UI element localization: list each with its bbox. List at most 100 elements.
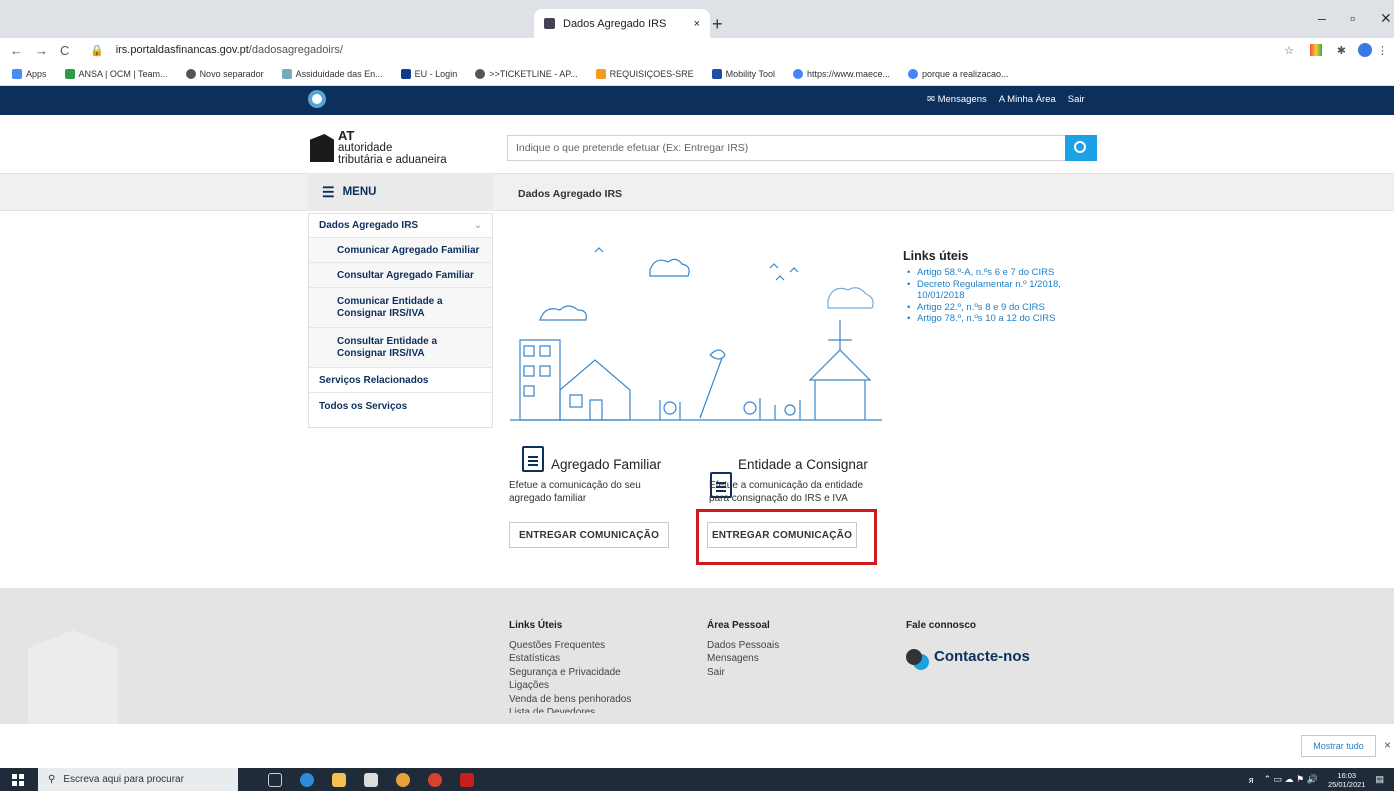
footer-link[interactable]: Venda de bens penhorados [509,693,631,707]
bookmarks-bar: Apps ANSA | OCM | Team... Novo separador… [0,62,1394,86]
link-artigo-22[interactable]: Artigo 22.º, n.ºs 8 e 9 do CIRS [907,302,1103,314]
contact-link[interactable]: Contacte-nos [906,648,1030,665]
browser-tab[interactable]: Dados Agregado IRS × [534,9,710,38]
card-desc-agregado: Efetue a comunicação do seu agregado fami… [509,480,641,504]
minimize-icon[interactable]: – [1318,10,1326,26]
contact-label: Contacte-nos [934,648,1030,665]
restore-icon[interactable]: ▫ [1350,10,1355,26]
footer-link[interactable]: Questões Frequentes [509,639,631,653]
footer-col-title: Fale connosco [906,620,977,631]
edge-icon[interactable] [300,772,314,787]
footer-col-fale-connosco: Fale connosco [906,619,976,639]
star-icon[interactable]: ☆ [1284,44,1294,57]
search-input[interactable]: Indique o que pretende efetuar (Ex: Entr… [507,135,1097,161]
task-view-icon[interactable] [268,772,282,787]
system-tray: ᴙ ⌃ ▭ ☁ ⚑ 🔊 16:03 25/01/2021 ▤ [1249,768,1384,791]
bookmark-ansa[interactable]: ANSA | OCM | Team... [64,68,168,79]
bookmark-novo-separador[interactable]: Novo separador [185,68,264,79]
extension-icon[interactable] [1310,44,1322,56]
document-icon [522,446,544,472]
app-icon[interactable] [428,772,442,787]
footer-link[interactable]: Lista de Devedores [509,706,631,713]
brand-line-2: autoridade [338,142,393,154]
profile-avatar[interactable] [1358,43,1372,57]
chrome-icon[interactable] [396,772,410,787]
footer-link[interactable]: Estatísticas [509,652,631,666]
tray-icons[interactable]: ⌃ ▭ ☁ ⚑ 🔊 [1264,774,1318,785]
my-area-link[interactable]: A Minha Área [999,94,1056,105]
bookmark-mobility-tool[interactable]: Mobility Tool [711,68,775,79]
useful-links: Links úteis Artigo 58.º-A, n.ºs 6 e 7 do… [903,249,1103,325]
clock[interactable]: 16:03 25/01/2021 [1328,771,1366,789]
sidebar-item-dados-agregado[interactable]: Dados Agregado IRS ⌄ [309,214,492,238]
notifications-icon[interactable]: ▤ [1375,774,1384,785]
exit-link[interactable]: Sair [1068,94,1085,105]
sidebar-item-consultar-entidade[interactable]: Consultar Entidade a Consignar IRS/IVA [309,328,492,368]
bookmark-apps[interactable]: Apps [12,68,47,79]
footer-link[interactable]: Mensagens [707,652,779,666]
city-illustration [510,247,882,421]
taskbar: ⚲ Escreva aqui para procurar ᴙ ⌃ ▭ ☁ ⚑ 🔊… [0,768,1394,791]
taskbar-search-input[interactable]: ⚲ Escreva aqui para procurar [38,768,238,791]
brand-logo[interactable]: AT autoridade tributária e aduaneira [310,129,447,166]
link-decreto-regulamentar[interactable]: Decreto Regulamentar n.º 1/2018, 10/01/2… [907,279,1103,302]
at-building-icon [310,134,334,162]
at-logo-icon[interactable] [308,90,326,108]
entregar-comunicacao-agregado-button[interactable]: ENTREGAR COMUNICAÇÃO [509,522,669,548]
sidebar-item-comunicar-agregado[interactable]: Comunicar Agregado Familiar [309,238,492,263]
bookmark-ticketline[interactable]: >>TICKETLINE - AP... [475,68,578,79]
hamburger-icon: ☰ [322,183,335,200]
search-button[interactable] [1065,135,1097,161]
puzzle-icon[interactable]: ✱ [1337,44,1346,57]
close-bar-icon[interactable]: × [1384,738,1391,752]
reload-icon[interactable]: C [60,43,69,58]
bookmark-requisicoes[interactable]: REQUISIÇOES-SRE [595,68,694,79]
sidebar-item-consultar-agregado[interactable]: Consultar Agregado Familiar [309,263,492,288]
kebab-menu-icon[interactable]: ⋮ [1377,44,1388,57]
show-all-button[interactable]: Mostrar tudo [1301,735,1376,757]
search-icon [1074,141,1086,153]
footer-col-title: Links Úteis [509,620,563,631]
footer-link[interactable]: Dados Pessoais [707,639,779,653]
new-tab-button[interactable]: + [712,14,723,35]
footer-link[interactable]: Segurança e Privacidade [509,666,631,680]
brand-line-3: tributária e aduaneira [338,154,447,166]
search-icon: ⚲ [48,774,56,785]
bookmark-eu-login[interactable]: EU - Login [400,68,457,79]
at-watermark-icon [28,630,118,724]
footer-link[interactable]: Sair [707,666,779,680]
sidebar-item-todos-servicos[interactable]: Todos os Serviços [309,393,492,419]
bookmark-maece[interactable]: https://www.maece... [792,68,890,79]
close-tab-icon[interactable]: × [694,18,700,30]
bookmark-assiduidade[interactable]: Assiduidade das En... [281,68,383,79]
close-window-icon[interactable]: ✕ [1380,10,1392,27]
card-desc-entidade: Efetue a comunicação da entidade para con… [709,480,863,504]
download-bar [0,724,1394,768]
link-artigo-58[interactable]: Artigo 58.º-A, n.ºs 6 e 7 do CIRS [907,267,1103,279]
windows-start-icon[interactable] [12,773,24,786]
messages-link[interactable]: ✉ Mensagens [927,94,987,105]
file-explorer-icon[interactable] [332,772,346,787]
acrobat-icon[interactable] [460,772,474,787]
people-icon[interactable]: ᴙ [1249,775,1254,785]
breadcrumb: Dados Agregado IRS [518,188,623,200]
side-menu: Dados Agregado IRS ⌄ Comunicar Agregado F… [308,213,493,428]
menu-button[interactable]: ☰ MENU [308,173,493,211]
back-icon[interactable]: ← [10,43,23,58]
card-title-agregado: Agregado Familiar [551,457,662,472]
forward-icon[interactable]: → [35,43,48,58]
footer [0,588,1394,724]
bookmark-realizacao[interactable]: porque a realizacao... [907,68,1009,79]
lock-icon: 🔒 [90,44,104,57]
chevron-down-icon: ⌄ [473,220,482,231]
footer-col-area-pessoal: Área Pessoal Dados Pessoais Mensagens Sa… [707,619,779,679]
link-artigo-78[interactable]: Artigo 78.º, n.ºs 10 a 12 do CIRS [907,313,1103,325]
footer-link[interactable]: Ligações [509,679,631,693]
sidebar-item-comunicar-entidade[interactable]: Comunicar Entidade a Consignar IRS/IVA [309,288,492,328]
favicon-icon [544,18,555,29]
chat-icon [906,648,922,665]
store-icon[interactable] [364,772,378,787]
useful-links-title: Links úteis [903,249,969,263]
url-field[interactable]: irs.portaldasfinancas.gov.pt/dadosagrega… [116,44,343,56]
sidebar-item-servicos-relacionados[interactable]: Serviços Relacionados [309,368,492,393]
